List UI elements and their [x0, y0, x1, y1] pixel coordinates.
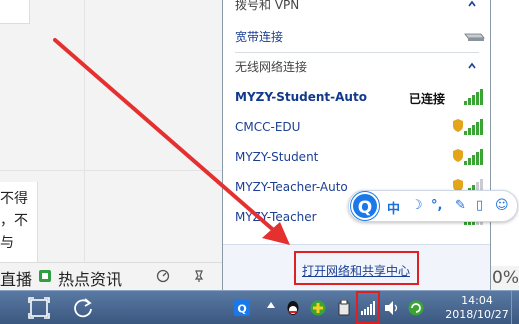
- doc-text-fragment: 不得: [0, 191, 28, 207]
- ime-mode-toggle[interactable]: 中: [387, 198, 400, 217]
- broadband-connection[interactable]: 宽带连接: [235, 26, 485, 48]
- doc-page-fragment: [0, 0, 30, 24]
- browser-status-bar: 直播 热点资讯: [0, 262, 225, 290]
- security-shield-icon: [453, 149, 463, 162]
- section-divider: [235, 52, 479, 53]
- collapse-icon[interactable]: [467, 62, 477, 70]
- doc-text-fragment: 与: [0, 235, 14, 251]
- doc-divider: [84, 0, 85, 290]
- wifi-signal-icon: [464, 149, 483, 165]
- clock-time: 14:04: [461, 294, 493, 307]
- wireless-section[interactable]: 无线网络连接: [235, 58, 307, 75]
- connected-status: 已连接: [409, 92, 446, 106]
- show-hidden-icons[interactable]: [267, 302, 275, 308]
- wifi-signal-icon: [464, 119, 483, 135]
- document-area: 不得 ，不 与: [0, 0, 225, 290]
- qq-icon[interactable]: [285, 300, 301, 316]
- network-name: MYZY-Teacher-Auto: [235, 180, 348, 194]
- tray-highlight-box: [356, 291, 380, 324]
- network-name: MYZY-Student-Auto: [235, 90, 367, 104]
- doc-divider-2: [0, 170, 225, 171]
- svg-text:Q: Q: [237, 303, 246, 316]
- security-shield-icon: [453, 119, 463, 132]
- network-item[interactable]: CMCC-EDU: [235, 118, 485, 140]
- system-clock[interactable]: 14:04 2018/10/27: [436, 294, 518, 322]
- clipboard-icon[interactable]: ▯: [476, 198, 483, 213]
- fullscreen-icon[interactable]: [26, 295, 52, 321]
- highlight-box: [294, 251, 419, 285]
- doc-text-fragment: ，不: [0, 213, 28, 229]
- modem-icon: [464, 33, 485, 41]
- ime-toolbar: Q 中 ☽ °, ✎ ▯ ☺: [348, 190, 518, 222]
- moon-icon[interactable]: ☽: [411, 198, 423, 213]
- ime-tray-icon[interactable]: Q: [234, 300, 250, 316]
- news-icon: [39, 270, 51, 282]
- refresh-icon[interactable]: [70, 295, 96, 321]
- collapse-icon[interactable]: [467, 0, 477, 8]
- speed-icon[interactable]: [156, 269, 170, 283]
- emoji-icon[interactable]: ☺: [495, 198, 509, 213]
- broadband-label: 宽带连接: [235, 30, 284, 44]
- wifi-signal-icon: [464, 89, 483, 105]
- dialup-vpn-section[interactable]: 拨号和 VPN: [235, 0, 299, 13]
- update-icon[interactable]: [408, 300, 424, 316]
- usb-device-icon[interactable]: [336, 300, 352, 316]
- network-flyout: 拨号和 VPN 宽带连接 无线网络连接 MYZY-Student-Auto 已连…: [222, 0, 491, 290]
- flyout-footer: 打开网络和共享中心: [223, 244, 490, 290]
- clock-date: 2018/10/27: [445, 308, 509, 321]
- hot-news-label[interactable]: 热点资讯: [58, 266, 122, 290]
- show-desktop-button[interactable]: [511, 291, 519, 324]
- punctuation-icon[interactable]: °,: [431, 198, 442, 213]
- network-item[interactable]: MYZY-Student: [235, 148, 485, 170]
- pin-icon[interactable]: [192, 269, 206, 283]
- network-name: MYZY-Teacher: [235, 210, 317, 224]
- taskbar: Q 14:04 2018/10/27: [0, 290, 519, 324]
- wrench-icon[interactable]: ✎: [455, 198, 466, 213]
- zoom-level: 0%: [490, 266, 519, 290]
- network-item[interactable]: MYZY-Student-Auto 已连接: [235, 88, 485, 110]
- ime-logo-icon[interactable]: Q: [351, 192, 379, 220]
- network-name: CMCC-EDU: [235, 120, 301, 134]
- network-name: MYZY-Student: [235, 150, 319, 164]
- security-guard-icon[interactable]: [310, 300, 326, 316]
- live-label[interactable]: 直播: [0, 266, 32, 290]
- volume-icon[interactable]: [384, 300, 400, 316]
